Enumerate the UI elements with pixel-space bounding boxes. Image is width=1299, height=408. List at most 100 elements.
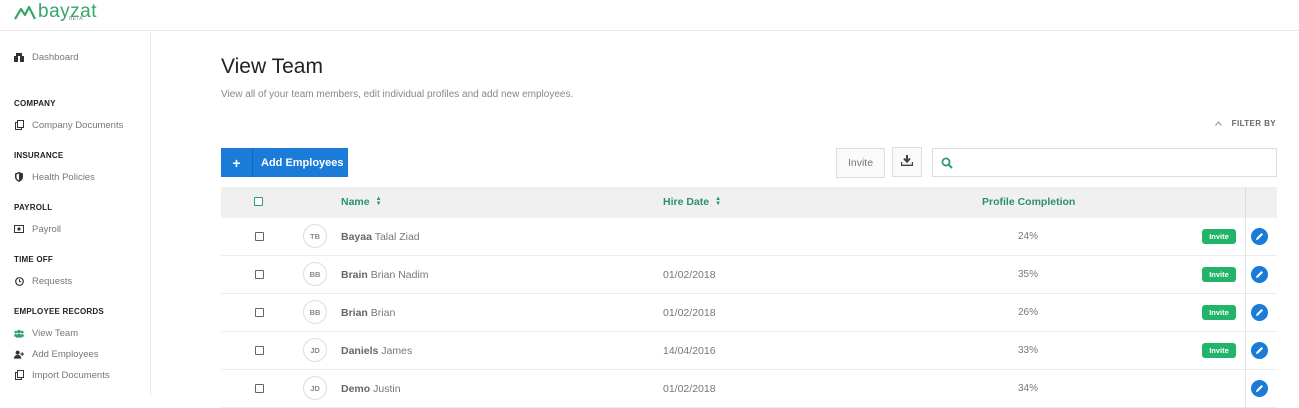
last-name: Bayaa (341, 231, 372, 243)
pencil-icon (1255, 266, 1264, 284)
edit-button[interactable] (1251, 380, 1268, 397)
first-name: Brian Nadim (370, 269, 429, 281)
table-row: BB Brian Brian 01/02/2018 26% Invite (221, 294, 1277, 332)
sidebar-item-label: View Team (32, 327, 79, 339)
select-all-checkbox[interactable] (254, 197, 263, 206)
sidebar-item-payroll[interactable]: Payroll (14, 223, 61, 235)
invite-badge-button[interactable]: Invite (1202, 305, 1236, 320)
row-checkbox[interactable] (255, 384, 264, 393)
sort-icon: ▲ ▼ (375, 196, 382, 207)
last-name: Brain (341, 269, 368, 281)
hire-date: 01/02/2018 (663, 269, 716, 281)
column-header-hire-date[interactable]: Hire Date ▲ ▼ (663, 196, 721, 208)
add-user-icon (14, 349, 24, 359)
page-subtitle: View all of your team members, edit indi… (221, 89, 574, 100)
sidebar-item-requests[interactable]: Requests (14, 275, 72, 287)
sidebar-item-add-employees[interactable]: Add Employees (14, 348, 99, 360)
documents-icon (14, 120, 24, 130)
first-name: Talal Ziad (374, 231, 420, 243)
sidebar (0, 32, 151, 395)
filter-by-toggle[interactable]: FILTER BY (1214, 119, 1276, 128)
plus-icon: + (221, 148, 253, 177)
filter-by-label: FILTER BY (1231, 119, 1276, 128)
search-icon (933, 157, 961, 169)
sidebar-item-label: Health Policies (32, 171, 95, 183)
brand-name: bayzat (38, 1, 97, 22)
sidebar-section-insurance: INSURANCE (14, 151, 64, 160)
first-name: Justin (373, 383, 401, 395)
profile-completion: 26% (1018, 307, 1039, 318)
table-row: TB Bayaa Talal Ziad 24% Invite (221, 218, 1277, 256)
column-header-profile-completion: Profile Completion (982, 196, 1075, 208)
invite-button[interactable]: Invite (836, 148, 885, 178)
row-checkbox[interactable] (255, 308, 264, 317)
row-divider (1245, 218, 1246, 256)
sidebar-item-health-policies[interactable]: Health Policies (14, 171, 95, 183)
row-divider (1245, 294, 1246, 332)
top-bar: bayzat BETA (0, 0, 1299, 31)
profile-completion: 33% (1018, 345, 1039, 356)
sidebar-section-company: COMPANY (14, 99, 56, 108)
first-name: Brian (370, 307, 396, 319)
page-title: View Team (221, 55, 323, 78)
avatar: JD (303, 338, 327, 362)
mountain-logo-icon (14, 5, 36, 20)
column-header-label: Hire Date (663, 196, 710, 208)
sidebar-item-label: Dashboard (32, 51, 79, 63)
first-name: James (381, 345, 413, 357)
table-row: JD Daniels James 14/04/2016 33% Invite (221, 332, 1277, 370)
invite-badge-button[interactable]: Invite (1202, 229, 1236, 244)
pencil-icon (1255, 342, 1264, 360)
employee-name[interactable]: Demo Justin (341, 383, 401, 395)
sidebar-item-dashboard[interactable]: Dashboard (14, 51, 78, 63)
profile-completion: 34% (1018, 383, 1039, 394)
row-checkbox[interactable] (255, 270, 264, 279)
employee-name[interactable]: Bayaa Talal Ziad (341, 231, 420, 243)
pencil-icon (1255, 304, 1264, 322)
hire-date: 14/04/2016 (663, 345, 716, 357)
profile-completion: 35% (1018, 269, 1039, 280)
shield-icon (14, 172, 24, 182)
employee-name[interactable]: Daniels James (341, 345, 412, 357)
money-icon (14, 224, 24, 234)
row-checkbox[interactable] (255, 346, 264, 355)
search-box[interactable] (932, 148, 1277, 177)
team-icon (14, 328, 24, 338)
download-button[interactable] (892, 147, 922, 177)
beta-badge: BETA (69, 16, 83, 22)
column-header-label: Profile Completion (982, 196, 1076, 208)
avatar: TB (303, 224, 327, 248)
avatar: JD (303, 376, 327, 400)
search-input[interactable] (961, 149, 1276, 176)
edit-button[interactable] (1251, 342, 1268, 359)
edit-button[interactable] (1251, 304, 1268, 321)
sidebar-item-company-documents[interactable]: Company Documents (14, 119, 123, 131)
row-checkbox[interactable] (255, 232, 264, 241)
avatar: BB (303, 300, 327, 324)
sidebar-item-view-team[interactable]: View Team (14, 327, 78, 339)
sidebar-item-label: Add Employees (32, 348, 99, 360)
sort-icon: ▲ ▼ (715, 196, 722, 207)
last-name: Demo (341, 383, 371, 395)
employee-name[interactable]: Brian Brian (341, 307, 395, 319)
invite-badge-button[interactable]: Invite (1202, 343, 1236, 358)
column-header-name[interactable]: Name ▲ ▼ (341, 196, 382, 208)
edit-button[interactable] (1251, 266, 1268, 283)
add-employees-button[interactable]: + Add Employees (221, 148, 348, 177)
sidebar-section-payroll: PAYROLL (14, 203, 53, 212)
pencil-icon (1255, 228, 1264, 246)
download-icon (900, 153, 914, 171)
last-name: Daniels (341, 345, 379, 357)
hire-date: 01/02/2018 (663, 383, 716, 395)
employee-name[interactable]: Brain Brian Nadim (341, 269, 429, 281)
sidebar-item-label: Payroll (32, 223, 62, 235)
bayzat-logo[interactable]: bayzat (14, 2, 97, 26)
sidebar-item-import-documents[interactable]: Import Documents (14, 369, 110, 381)
avatar: BB (303, 262, 327, 286)
edit-button[interactable] (1251, 228, 1268, 245)
dashboard-icon (14, 52, 24, 62)
column-header-label: Name (341, 196, 370, 208)
invite-badge-button[interactable]: Invite (1202, 267, 1236, 282)
sidebar-item-label: Requests (32, 275, 73, 287)
table-header-actions (1245, 187, 1277, 218)
